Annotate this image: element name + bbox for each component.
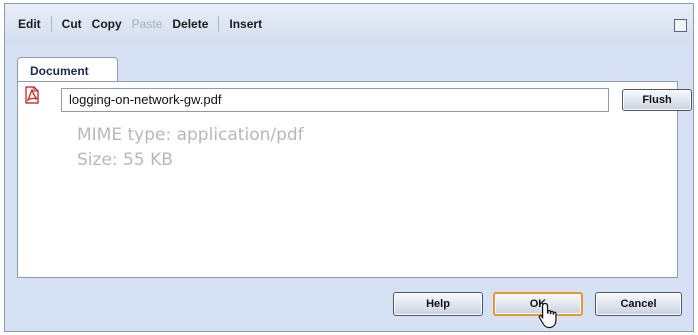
- copy-button[interactable]: Copy: [87, 17, 127, 31]
- toolbar-separator: [50, 16, 52, 32]
- help-button[interactable]: Help: [393, 292, 483, 316]
- paste-button[interactable]: Paste: [127, 17, 168, 31]
- pdf-icon: [25, 86, 39, 104]
- mime-type-text: MIME type: application/pdf: [77, 125, 304, 145]
- edit-menu[interactable]: Edit: [13, 17, 46, 31]
- toolbar: Edit Cut Copy Paste Delete Insert: [5, 4, 693, 44]
- document-panel: logging-on-network-gw.pdf Flush MIME typ…: [17, 81, 692, 278]
- flush-button[interactable]: Flush: [622, 89, 692, 111]
- cancel-button[interactable]: Cancel: [595, 292, 682, 316]
- delete-button[interactable]: Delete: [167, 17, 213, 31]
- file-size-text: Size: 55 KB: [77, 150, 173, 170]
- cut-button[interactable]: Cut: [57, 17, 87, 31]
- toolbar-separator: [218, 16, 220, 32]
- tab-document[interactable]: Document: [17, 57, 118, 82]
- insert-button[interactable]: Insert: [224, 17, 267, 31]
- hand-cursor-icon: [538, 302, 557, 329]
- filename-field[interactable]: logging-on-network-gw.pdf: [61, 88, 609, 112]
- maximize-icon[interactable]: [674, 19, 687, 32]
